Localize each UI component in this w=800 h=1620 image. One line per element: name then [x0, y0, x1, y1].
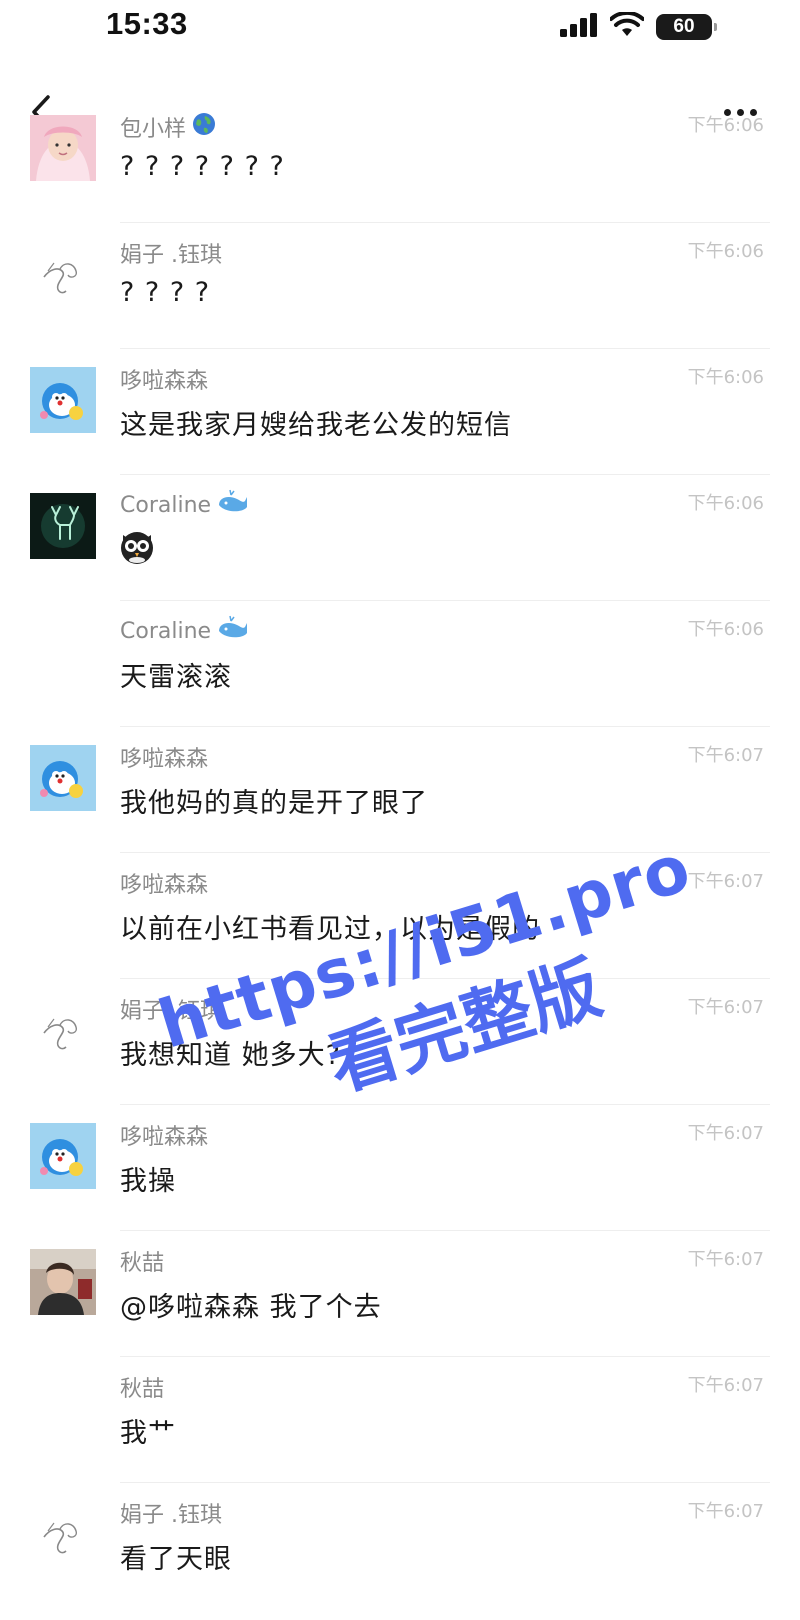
message-row[interactable]: 包小样 下午6:06 ? ? ? ? ? ? ? — [0, 97, 800, 223]
avatar[interactable] — [30, 1501, 96, 1567]
avatar[interactable] — [30, 367, 96, 433]
status-icons: 60 — [560, 10, 717, 42]
sender-name: 包小样 — [120, 111, 216, 143]
avatar[interactable] — [30, 115, 96, 181]
message-time: 下午6:07 — [687, 1375, 764, 1396]
message-text: 我想知道 她多大? — [120, 1040, 341, 1071]
message-text: 天雷滚滚 — [120, 662, 232, 693]
sender-name: 哆啦森森 — [120, 747, 209, 772]
message-text: 这是我家月嫂给我老公发的短信 — [120, 410, 512, 441]
sender-name: 哆啦森森 — [120, 1125, 209, 1150]
owl-sticker — [120, 529, 154, 572]
sender-name: Coraline — [120, 489, 249, 521]
avatar[interactable] — [30, 493, 96, 559]
battery-icon: 60 — [656, 14, 717, 40]
message-row[interactable]: 秋喆 下午6:07 我艹 — [0, 1357, 800, 1483]
message-row[interactable]: 哆啦森森 下午6:07 以前在小红书看见过，以为是假的 — [0, 853, 800, 979]
message-list: 包小样 下午6:06 ? ? ? ? ? ? ? 娟子 .钰琪 下午6:06 ?… — [0, 97, 800, 1609]
message-time: 下午6:06 — [687, 367, 764, 388]
message-text: ? ? ? ? — [120, 277, 211, 308]
message-row[interactable]: Coraline 下午6:06 天雷滚滚 — [0, 601, 800, 727]
sender-name: 娟子 .钰琪 — [120, 1503, 222, 1528]
message-row[interactable]: 哆啦森森 下午6:07 我操 — [0, 1105, 800, 1231]
avatar[interactable] — [30, 241, 96, 307]
message-text: ? ? ? ? ? ? ? — [120, 151, 285, 182]
message-row[interactable]: Coraline 下午6:06 — [0, 475, 800, 601]
message-text: 以前在小红书看见过，以为是假的 — [120, 914, 540, 945]
sender-name: 娟子 .钰琪 — [120, 243, 222, 268]
message-row[interactable]: 娟子 .钰琪 下午6:06 ? ? ? ? — [0, 223, 800, 349]
avatar[interactable] — [30, 1249, 96, 1315]
message-time: 下午6:06 — [687, 493, 764, 514]
sender-name: 秋喆 — [120, 1377, 165, 1402]
message-time: 下午6:06 — [687, 619, 764, 640]
message-time: 下午6:07 — [687, 871, 764, 892]
avatar[interactable] — [30, 745, 96, 811]
globe-icon — [192, 112, 216, 142]
message-row[interactable]: 娟子 .钰琪 下午6:07 我想知道 她多大? — [0, 979, 800, 1105]
sender-name: 哆啦森森 — [120, 873, 209, 898]
sender-name: 秋喆 — [120, 1251, 165, 1276]
whale-icon — [217, 489, 249, 521]
message-time: 下午6:07 — [687, 1501, 764, 1522]
avatar[interactable] — [30, 997, 96, 1063]
message-row[interactable]: 哆啦森森 下午6:06 这是我家月嫂给我老公发的短信 — [0, 349, 800, 475]
wifi-icon — [609, 10, 645, 42]
message-text: 我他妈的真的是开了眼了 — [120, 788, 428, 819]
message-text: 我艹 — [120, 1418, 176, 1449]
sender-name: 娟子 .钰琪 — [120, 999, 222, 1024]
message-row[interactable]: 哆啦森森 下午6:07 我他妈的真的是开了眼了 — [0, 727, 800, 853]
avatar[interactable] — [30, 1123, 96, 1189]
sender-name: 哆啦森森 — [120, 369, 209, 394]
message-row[interactable]: 娟子 .钰琪 下午6:07 看了天眼 — [0, 1483, 800, 1609]
whale-icon — [217, 615, 249, 647]
signal-icon — [560, 13, 598, 41]
message-time: 下午6:06 — [687, 241, 764, 262]
status-bar: 15:33 60 — [0, 0, 800, 60]
message-time: 下午6:06 — [687, 115, 764, 136]
message-time: 下午6:07 — [687, 997, 764, 1018]
sender-name: Coraline — [120, 615, 249, 647]
message-time: 下午6:07 — [687, 1123, 764, 1144]
status-time: 15:33 — [106, 6, 188, 41]
message-text: 我操 — [120, 1166, 176, 1197]
message-time: 下午6:07 — [687, 745, 764, 766]
message-time: 下午6:07 — [687, 1249, 764, 1270]
message-row[interactable]: 秋喆 下午6:07 @哆啦森森 我了个去 — [0, 1231, 800, 1357]
message-text: 看了天眼 — [120, 1544, 232, 1575]
message-text: @哆啦森森 我了个去 — [120, 1292, 382, 1323]
